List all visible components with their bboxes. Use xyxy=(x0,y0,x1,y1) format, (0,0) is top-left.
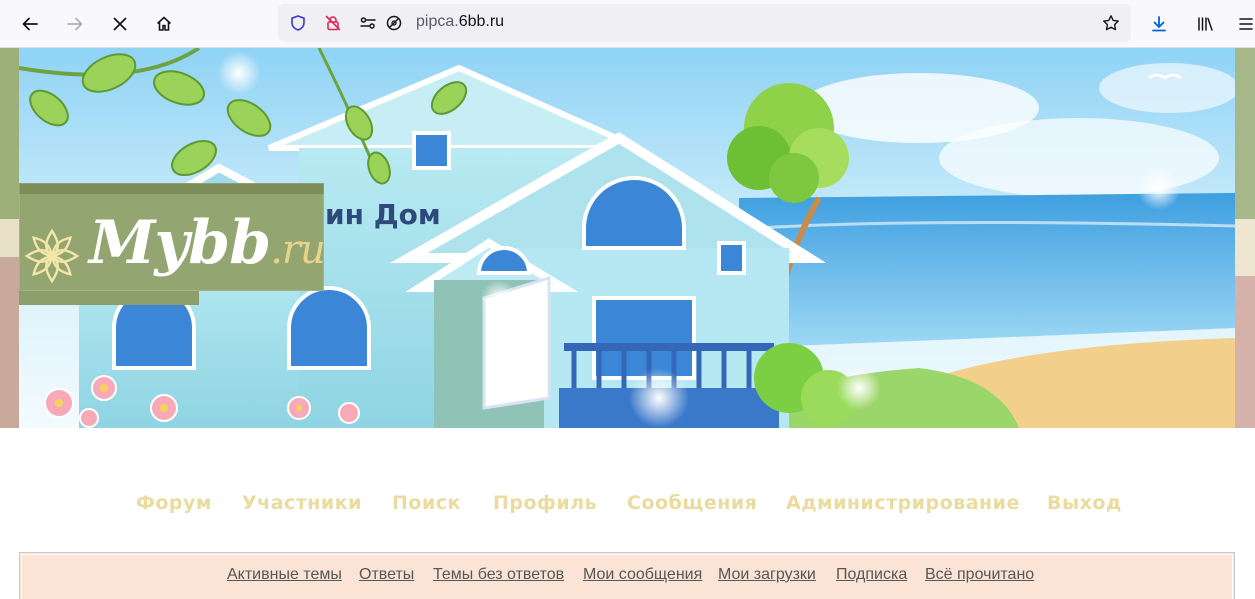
logo-text: Mybb.ru xyxy=(89,213,326,280)
nav-search[interactable]: Поиск xyxy=(392,492,461,514)
quick-links-bar: Активные темы Ответы Темы без ответов Мо… xyxy=(19,552,1235,599)
page-background-right xyxy=(1235,48,1255,428)
stop-loading-button[interactable] xyxy=(104,8,136,40)
nav-members[interactable]: Участники xyxy=(242,492,362,514)
insecure-lock-icon[interactable] xyxy=(323,13,343,33)
link-active-topics[interactable]: Активные темы xyxy=(227,566,342,584)
browser-toolbar: pipca.6bb.ru xyxy=(0,0,1255,48)
menu-button[interactable] xyxy=(1236,8,1255,40)
link-unanswered-topics[interactable]: Темы без ответов xyxy=(433,566,564,584)
link-my-posts[interactable]: Мои сообщения xyxy=(583,566,702,584)
library-button[interactable] xyxy=(1189,8,1221,40)
url-text[interactable]: pipca.6bb.ru xyxy=(416,13,504,31)
link-mark-all-read[interactable]: Всё прочитано xyxy=(925,566,1034,584)
flower-logo-icon xyxy=(24,228,80,284)
permissions-icon[interactable] xyxy=(358,13,378,33)
nav-profile[interactable]: Профиль xyxy=(493,492,597,514)
address-bar[interactable]: pipca.6bb.ru xyxy=(278,4,1131,42)
page-background-left xyxy=(0,48,19,428)
tracking-blocked-icon[interactable] xyxy=(384,13,404,33)
logo-main-text: Mybb xyxy=(89,208,271,278)
library-icon xyxy=(1198,17,1213,31)
downloads-button[interactable] xyxy=(1143,8,1175,40)
site-logo[interactable]: Mybb.ru xyxy=(19,183,326,305)
nav-administration[interactable]: Администрирование xyxy=(786,492,1020,514)
hamburger-menu-icon xyxy=(1238,18,1253,30)
home-button[interactable] xyxy=(148,8,180,40)
nav-logout[interactable]: Выход xyxy=(1047,492,1122,514)
shield-icon[interactable] xyxy=(288,13,308,33)
url-prefix: pipca. xyxy=(416,13,459,30)
url-host: 6bb.ru xyxy=(458,13,505,30)
main-navigation: Форум Участники Поиск Профиль Сообщения … xyxy=(0,492,1255,520)
banner-title: ин Дом xyxy=(325,198,441,231)
link-my-uploads[interactable]: Мои загрузки xyxy=(718,566,816,584)
close-icon xyxy=(113,17,127,31)
logo-underline xyxy=(19,291,199,305)
forward-button[interactable] xyxy=(59,8,91,40)
nav-messages[interactable]: Сообщения xyxy=(627,492,757,514)
forward-arrow-icon xyxy=(67,17,83,31)
download-icon xyxy=(1152,16,1166,32)
bookmark-star-icon[interactable] xyxy=(1101,13,1121,33)
link-subscriptions[interactable]: Подписка xyxy=(836,566,907,584)
link-replies[interactable]: Ответы xyxy=(359,566,414,584)
logo-suffix-text: .ru xyxy=(270,227,326,273)
home-icon xyxy=(156,16,172,31)
back-arrow-icon xyxy=(22,17,38,31)
back-button[interactable] xyxy=(14,8,46,40)
nav-forum[interactable]: Форум xyxy=(136,492,212,514)
